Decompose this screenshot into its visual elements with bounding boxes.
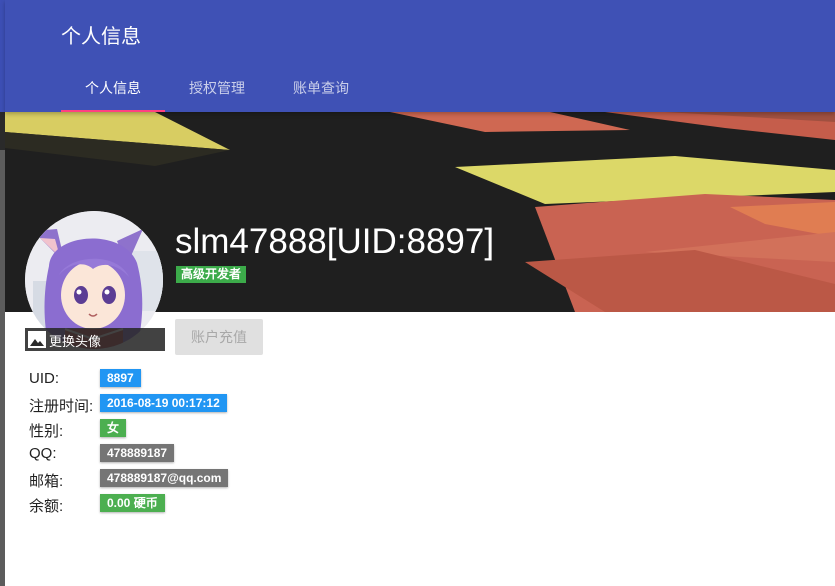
tab-billing[interactable]: 账单查询 (269, 66, 373, 112)
qq-label: QQ: (29, 445, 57, 462)
app-bar: 个人信息 个人信息 授权管理 账单查询 (5, 0, 835, 112)
active-tab-indicator (61, 110, 165, 112)
change-avatar-button[interactable]: 更换头像 (25, 328, 165, 351)
balance-label: 余额: (29, 498, 64, 515)
uid-badge: 8897 (100, 369, 141, 387)
email-badge: 478889187@qq.com (100, 469, 229, 487)
tab-authorization[interactable]: 授权管理 (165, 66, 269, 112)
tab-profile[interactable]: 个人信息 (61, 66, 165, 112)
recharge-button[interactable]: 账户充值 (175, 319, 263, 355)
gender-label: 性别: (29, 423, 64, 440)
register-time-badge: 2016-08-19 00:17:12 (100, 394, 227, 412)
username-heading: slm47888[UID:8897] (175, 222, 495, 261)
role-badge: 高级开发者 (176, 266, 247, 283)
email-label: 邮箱: (29, 473, 64, 490)
balance-badge: 0.00 硬币 (100, 494, 165, 512)
qq-badge: 478889187 (100, 444, 175, 462)
gender-badge: 女 (100, 419, 127, 437)
register-time-label: 注册时间: (29, 398, 94, 415)
image-icon (28, 331, 46, 348)
tab-profile-label: 个人信息 (85, 80, 141, 96)
tab-authorization-label: 授权管理 (189, 80, 245, 96)
page-title: 个人信息 (61, 26, 141, 48)
uid-label: UID: (29, 370, 59, 387)
tab-billing-label: 账单查询 (293, 80, 349, 96)
change-avatar-label: 更换头像 (49, 334, 102, 349)
